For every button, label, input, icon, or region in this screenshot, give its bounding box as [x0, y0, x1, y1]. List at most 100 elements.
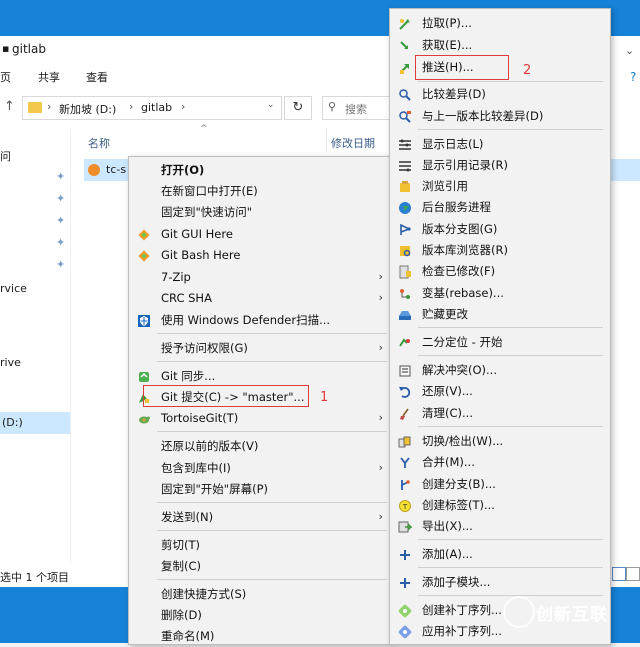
branch-icon	[398, 477, 412, 491]
menu2-item-resolve[interactable]: 解决冲突(O)...	[390, 359, 608, 381]
menu-separator	[418, 81, 603, 82]
menu2-item-revision-graph[interactable]: 版本分支图(G)	[390, 218, 608, 240]
nav-item-drive[interactable]: rive	[0, 356, 21, 369]
menu-item-label: 还原(V)...	[422, 384, 473, 398]
menu-item-label: Git 同步...	[161, 369, 216, 383]
menu2-item-stash[interactable]: 贮藏更改	[390, 303, 608, 325]
menu-item-label: 应用补丁序列...	[422, 624, 502, 638]
menu1-item-m[interactable]: 重命名(M)	[129, 625, 389, 647]
menu2-item-switch[interactable]: 切换/检出(W)...	[390, 430, 608, 452]
search-placeholder: 搜索	[345, 103, 367, 116]
menu2-item-add-submodule[interactable]: 添加子模块...	[390, 571, 608, 593]
menu2-item-diff-prev[interactable]: 与上一版本比较差异(D)	[390, 105, 608, 127]
nav-item-service[interactable]: rvice	[0, 282, 27, 295]
menu1-item-n[interactable]: 发送到(N) ›	[129, 506, 389, 528]
merge-icon	[398, 455, 412, 469]
nav-item-d-drive-label: (D:)	[2, 416, 23, 429]
menu2-item-export[interactable]: 导出(X)...	[390, 515, 608, 537]
tortoise-icon	[137, 411, 151, 425]
pin-icon[interactable]: ✦	[56, 192, 65, 205]
menu2-item-log[interactable]: 显示日志(L)	[390, 133, 608, 155]
ribbon-expand-chevron-icon[interactable]: ⌄	[625, 44, 634, 57]
column-header-name[interactable]: 名称	[88, 135, 110, 151]
menu2-item-merge[interactable]: 合并(M)...	[390, 451, 608, 473]
menu2-item-repo-browser[interactable]: 版本库浏览器(R)	[390, 239, 608, 261]
menu2-item-fetch[interactable]: 获取(E)...	[390, 34, 608, 56]
bisect-icon	[398, 335, 412, 349]
menu1-item-v[interactable]: 还原以前的版本(V)	[129, 435, 389, 457]
menu2-item-bisect[interactable]: 二分定位 - 开始	[390, 331, 608, 353]
ribbon-tab-view[interactable]: 查看	[86, 69, 108, 85]
menu1-item-item[interactable]: 固定到"快速访问"	[129, 201, 389, 223]
pin-icon[interactable]: ✦	[56, 214, 65, 227]
details-view-icon[interactable]	[612, 567, 626, 581]
menu-item-label: 创建快捷方式(S)	[161, 587, 247, 601]
menu1-item-git-sync[interactable]: Git 同步...	[129, 365, 389, 387]
repo-browser-icon	[398, 243, 412, 257]
nav-item-quick-access[interactable]: 问	[0, 148, 11, 164]
column-divider	[326, 128, 327, 152]
menu1-item-git-diamond[interactable]: Git Bash Here	[129, 244, 389, 266]
menu2-item-diff[interactable]: 比较差异(D)	[390, 83, 608, 105]
menu2-item-browse-refs[interactable]: 浏览引用	[390, 175, 608, 197]
breadcrumb-drive[interactable]: 新加坡 (D:)	[59, 101, 116, 117]
chevron-down-icon[interactable]: ⌄	[267, 100, 275, 110]
menu-separator	[157, 361, 387, 362]
menu-item-label: 检查已修改(F)	[422, 264, 496, 278]
pin-icon[interactable]: ✦	[56, 236, 65, 249]
menu2-item-rebase[interactable]: 变基(rebase)...	[390, 282, 608, 304]
menu1-item-defender-shield[interactable]: 使用 Windows Defender扫描...	[129, 309, 389, 331]
chevron-right-icon: ›	[378, 411, 383, 424]
menu2-item-revert[interactable]: 还原(V)...	[390, 380, 608, 402]
pin-icon[interactable]: ✦	[56, 170, 65, 183]
menu1-item-e[interactable]: 在新窗口中打开(E)	[129, 180, 389, 202]
menu1-item-d[interactable]: 删除(D)	[129, 604, 389, 626]
search-input[interactable]: ⚲ 搜索	[322, 96, 394, 120]
menu1-item-crc-sha[interactable]: CRC SHA ›	[129, 287, 389, 309]
push-icon	[398, 60, 412, 74]
menu2-item-branch[interactable]: 创建分支(B)...	[390, 473, 608, 495]
address-bar[interactable]: › 新加坡 (D:) › gitlab › ⌄	[22, 96, 282, 120]
menu1-item-c[interactable]: 复制(C)	[129, 555, 389, 577]
file-name: tc-s	[106, 163, 127, 176]
browse-refs-icon	[398, 179, 412, 193]
menu2-item-cleanup[interactable]: 清理(C)...	[390, 402, 608, 424]
chevron-right-icon: ›	[378, 461, 383, 474]
file-row-selected[interactable]: tc-s	[84, 159, 134, 181]
menu1-item-git-diamond[interactable]: Git GUI Here	[129, 223, 389, 245]
menu-separator	[157, 431, 387, 432]
up-arrow-icon[interactable]: ↑	[4, 99, 15, 114]
menu2-item-check-modified[interactable]: 检查已修改(F)	[390, 260, 608, 282]
breadcrumb-gitlab[interactable]: gitlab	[141, 101, 172, 114]
menu2-item-tag[interactable]: T 创建标签(T)...	[390, 494, 608, 516]
menu1-item-tortoise[interactable]: TortoiseGit(T) ›	[129, 407, 389, 429]
nav-item-d-drive[interactable]: (D:)	[0, 412, 70, 434]
menu-item-label: 使用 Windows Defender扫描...	[161, 313, 331, 327]
menu-item-label: 删除(D)	[161, 608, 202, 622]
menu1-item-o[interactable]: 打开(O)	[129, 159, 389, 181]
menu1-item-p[interactable]: 固定到"开始"屏幕(P)	[129, 478, 389, 500]
refresh-button[interactable]: ↻	[284, 96, 312, 120]
menu-item-label: 包含到库中(I)	[161, 461, 231, 475]
menu2-item-reflog[interactable]: 显示引用记录(R)	[390, 154, 608, 176]
menu-item-label: 显示引用记录(R)	[422, 158, 508, 172]
pin-icon[interactable]: ✦	[56, 258, 65, 271]
menu-item-label: 打开(O)	[161, 163, 205, 177]
menu1-item-7-zip[interactable]: 7-Zip ›	[129, 266, 389, 288]
menu1-item-g[interactable]: 授予访问权限(G) ›	[129, 337, 389, 359]
help-icon[interactable]: ?	[630, 70, 636, 84]
menu-separator	[418, 327, 603, 328]
revert-icon	[398, 384, 412, 398]
menu2-item-daemon-globe[interactable]: 后台服务进程	[390, 196, 608, 218]
menu2-item-add[interactable]: 添加(A)...	[390, 543, 608, 565]
menu1-item-t[interactable]: 剪切(T)	[129, 534, 389, 556]
export-icon	[398, 519, 413, 533]
menu1-item-s[interactable]: 创建快捷方式(S)	[129, 583, 389, 605]
large-icons-view-icon[interactable]	[626, 567, 640, 581]
check-modified-icon	[398, 264, 412, 279]
menu2-item-pull[interactable]: 拉取(P)...	[390, 12, 608, 34]
menu1-item-i[interactable]: 包含到库中(I) ›	[129, 457, 389, 479]
column-header-modified[interactable]: 修改日期	[331, 135, 375, 151]
ribbon-tab-share[interactable]: 共享	[38, 69, 60, 85]
ribbon-tab-page[interactable]: 页	[0, 69, 11, 85]
